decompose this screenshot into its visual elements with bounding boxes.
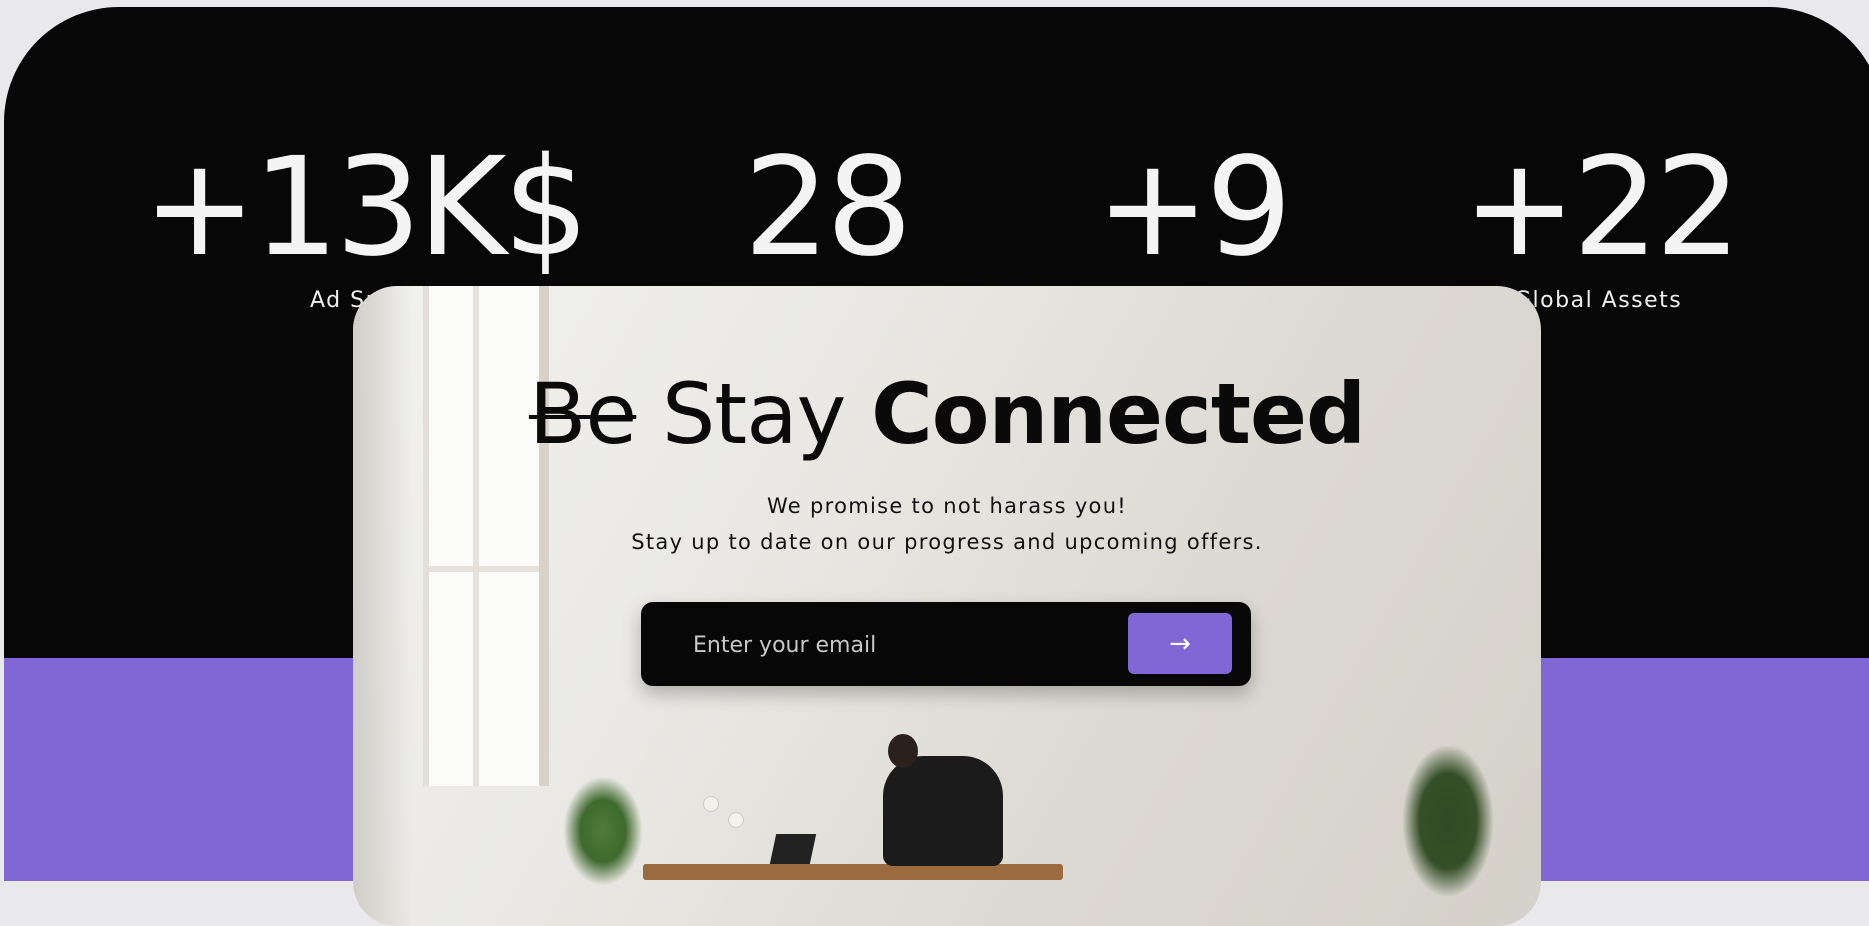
stat-value-3: +9 — [1095, 129, 1292, 287]
email-input[interactable] — [691, 602, 1095, 688]
stat-label-global-assets: Global Assets — [1514, 288, 1683, 313]
stat-value-ad-spend: +13K$ — [142, 129, 590, 287]
stat-value-global-assets: +22 — [1462, 129, 1741, 287]
stat-value-2: 28 — [743, 129, 912, 287]
newsletter-headline: Be Stay Connected — [353, 372, 1541, 456]
newsletter-subtext-line2: Stay up to date on our progress and upco… — [631, 530, 1263, 554]
bench-photo-element — [643, 864, 1063, 880]
plant-left-photo-element — [563, 776, 643, 886]
laptop-photo-element — [769, 834, 817, 864]
email-form: → — [641, 602, 1251, 688]
arrow-right-icon: → — [1169, 629, 1191, 659]
headline-thin-word: Stay — [661, 365, 846, 463]
newsletter-card: Be Stay Connected We promise to not hara… — [353, 286, 1541, 926]
lamp-photo-element — [703, 796, 719, 812]
newsletter-subtext-line1: We promise to not harass you! — [766, 494, 1128, 518]
headline-strike-word: Be — [528, 365, 637, 463]
plant-right-photo-element — [1403, 746, 1493, 896]
person-photo-element — [883, 756, 1003, 866]
headline-bold-word: Connected — [871, 365, 1366, 463]
subscribe-button[interactable]: → — [1128, 613, 1232, 674]
lamp-photo-element — [728, 812, 744, 828]
person-head-photo-element — [888, 734, 918, 768]
